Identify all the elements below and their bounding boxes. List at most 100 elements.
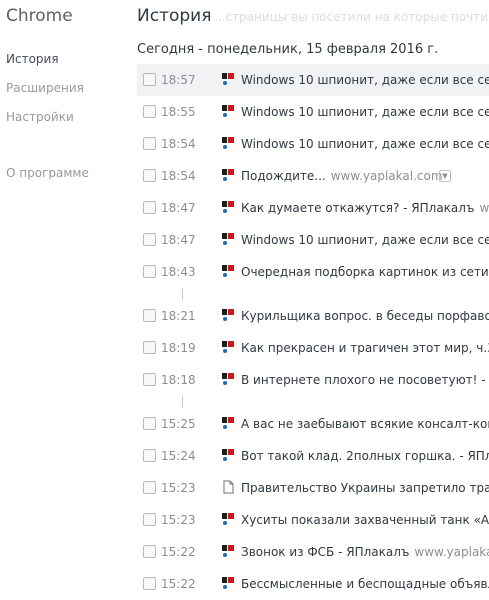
entry-domain: www.yaplakal — [414, 545, 489, 559]
visit-time: 18:55 — [161, 105, 196, 119]
history-row[interactable]: 18:55 Windows 10 шпионит, даже если все … — [137, 96, 489, 128]
row-checkbox[interactable] — [143, 169, 156, 182]
sidebar-item-settings[interactable]: Настройки — [6, 110, 74, 124]
history-row[interactable]: 15:23 Правительство Украины запретило тр… — [137, 472, 489, 504]
visit-time: 18:47 — [161, 201, 196, 215]
sidebar-item-about[interactable]: О программе — [6, 166, 89, 180]
page-title: История — [137, 6, 212, 26]
history-row[interactable]: 15:25 А вас не заебывают всякие консалт-… — [137, 408, 489, 440]
sidebar-item-extensions[interactable]: Расширения — [6, 81, 84, 95]
entry-title: Как прекрасен и трагичен этот мир, ч.3 -… — [241, 341, 489, 355]
entry-title: В интернете плохого не посоветуют! - ЯП — [241, 373, 489, 387]
row-checkbox[interactable] — [143, 417, 156, 430]
yaplakal-favicon-icon — [222, 73, 234, 85]
history-link[interactable]: В интернете плохого не посоветуют! - ЯП — [241, 373, 489, 387]
entry-title: Windows 10 шпионит, даже если все сетев — [241, 105, 489, 119]
entry-title: Windows 10 шпионит, даже если все сетев — [241, 233, 489, 247]
visit-time: 18:57 — [161, 73, 196, 87]
history-link[interactable]: Подождите... www.yaplakal.com — [241, 169, 489, 183]
visit-time: 15:22 — [161, 577, 196, 591]
sidebar: Chrome История Расширения Настройки О пр… — [0, 0, 120, 587]
page-icon — [223, 480, 234, 494]
row-checkbox[interactable] — [143, 373, 156, 386]
history-link[interactable]: Очередная подборка картинок из сети - ЯП — [241, 265, 489, 279]
chevron-down-icon[interactable]: ▼ — [439, 170, 451, 182]
entry-title: Как думаете откажутся? - ЯПлакалъ — [241, 201, 475, 215]
chrome-brand: Chrome — [6, 6, 73, 26]
yaplakal-favicon-icon — [222, 449, 234, 461]
entry-domain: www.y — [479, 201, 489, 215]
row-checkbox[interactable] — [143, 545, 156, 558]
visit-time: 15:22 — [161, 545, 196, 559]
entry-title: Windows 10 шпионит, даже если все сетев — [241, 137, 489, 151]
history-row[interactable]: 18:47 Как думаете откажутся? - ЯПлакалъ w… — [137, 192, 489, 224]
sidebar-item-history[interactable]: История — [6, 52, 59, 66]
visit-time: 18:54 — [161, 137, 196, 151]
history-link[interactable]: Windows 10 шпионит, даже если все сетев — [241, 137, 489, 151]
history-row[interactable]: 15:24 Вот такой клад. 2полных горшка. - … — [137, 440, 489, 472]
history-row[interactable]: 18:57 Windows 10 шпионит, даже если все … — [137, 64, 489, 96]
row-checkbox[interactable] — [143, 513, 156, 526]
yaplakal-favicon-icon — [222, 105, 234, 117]
entry-title: Хуситы показали захваченный танк «Абрам — [241, 513, 489, 527]
history-row[interactable]: 18:47 Windows 10 шпионит, даже если все … — [137, 224, 489, 256]
entry-title: Курильщика вопрос. в беседы порфавор. - — [241, 309, 489, 323]
faded-background-text: ...страницы вы посетили на которые почти — [214, 10, 488, 24]
history-row[interactable]: 18:54 Windows 10 шпионит, даже если все … — [137, 128, 489, 160]
history-link[interactable]: Windows 10 шпионит, даже если все сетев — [241, 73, 489, 87]
visit-time: 15:23 — [161, 481, 196, 495]
entry-title: Правительство Украины запретило транзит — [241, 481, 489, 495]
entry-title: Бессмысленные и беспощадные объявлен — [241, 577, 489, 591]
date-header: Сегодня - понедельник, 15 февраля 2016 г… — [137, 42, 439, 57]
entry-title: Windows 10 шпионит, даже если все сетев — [241, 73, 489, 87]
row-checkbox[interactable] — [143, 265, 156, 278]
history-link[interactable]: Бессмысленные и беспощадные объявлен — [241, 577, 489, 591]
entry-title: Очередная подборка картинок из сети - ЯП — [241, 265, 489, 279]
visit-time: 15:23 — [161, 513, 196, 527]
row-checkbox[interactable] — [143, 449, 156, 462]
history-row[interactable]: 15:23 Хуситы показали захваченный танк «… — [137, 504, 489, 536]
row-checkbox[interactable] — [143, 341, 156, 354]
entry-title: Звонок из ФСБ - ЯПлакалъ — [241, 545, 410, 559]
yaplakal-favicon-icon — [222, 233, 234, 245]
row-checkbox[interactable] — [143, 233, 156, 246]
history-link[interactable]: Правительство Украины запретило транзит — [241, 481, 489, 495]
visit-time: 18:43 — [161, 265, 196, 279]
visit-time: 18:19 — [161, 341, 196, 355]
row-checkbox[interactable] — [143, 577, 156, 590]
time-gap-separator — [182, 396, 183, 408]
visit-time: 18:47 — [161, 233, 196, 247]
history-row[interactable]: 18:18 В интернете плохого не посоветуют!… — [137, 364, 489, 396]
history-link[interactable]: Курильщика вопрос. в беседы порфавор. - — [241, 309, 489, 323]
history-row[interactable]: 18:54 Подождите... www.yaplakal.com ▼ — [137, 160, 489, 192]
history-link[interactable]: Звонок из ФСБ - ЯПлакалъ www.yaplakal — [241, 545, 489, 559]
row-checkbox[interactable] — [143, 73, 156, 86]
entry-title: Подождите... — [241, 169, 326, 183]
yaplakal-favicon-icon — [222, 577, 234, 589]
history-row[interactable]: 15:22 Бессмысленные и беспощадные объявл… — [137, 568, 489, 600]
row-checkbox[interactable] — [143, 201, 156, 214]
history-link[interactable]: Хуситы показали захваченный танк «Абрам — [241, 513, 489, 527]
visit-time: 15:24 — [161, 449, 196, 463]
visit-time: 18:18 — [161, 373, 196, 387]
history-row[interactable]: 15:22 Звонок из ФСБ - ЯПлакалъ www.yaplak… — [137, 536, 489, 568]
row-checkbox[interactable] — [143, 481, 156, 494]
yaplakal-favicon-icon — [222, 265, 234, 277]
history-link[interactable]: А вас не заебывают всякие консалт-контор — [241, 417, 489, 431]
yaplakal-favicon-icon — [222, 341, 234, 353]
history-row[interactable]: 18:21 Курильщика вопрос. в беседы порфав… — [137, 300, 489, 332]
yaplakal-favicon-icon — [222, 137, 234, 149]
history-row[interactable]: 18:19 Как прекрасен и трагичен этот мир,… — [137, 332, 489, 364]
yaplakal-favicon-icon — [222, 417, 234, 429]
history-link[interactable]: Вот такой клад. 2полных горшка. - ЯПлака… — [241, 449, 489, 463]
row-checkbox[interactable] — [143, 309, 156, 322]
history-row[interactable]: 18:43 Очередная подборка картинок из сет… — [137, 256, 489, 288]
entry-title: А вас не заебывают всякие консалт-контор — [241, 417, 489, 431]
row-checkbox[interactable] — [143, 137, 156, 150]
history-link[interactable]: Windows 10 шпионит, даже если все сетев — [241, 105, 489, 119]
history-link[interactable]: Windows 10 шпионит, даже если все сетев — [241, 233, 489, 247]
row-checkbox[interactable] — [143, 105, 156, 118]
yaplakal-favicon-icon — [222, 309, 234, 321]
history-link[interactable]: Как думаете откажутся? - ЯПлакалъ www.y — [241, 201, 489, 215]
history-link[interactable]: Как прекрасен и трагичен этот мир, ч.3 -… — [241, 341, 489, 355]
